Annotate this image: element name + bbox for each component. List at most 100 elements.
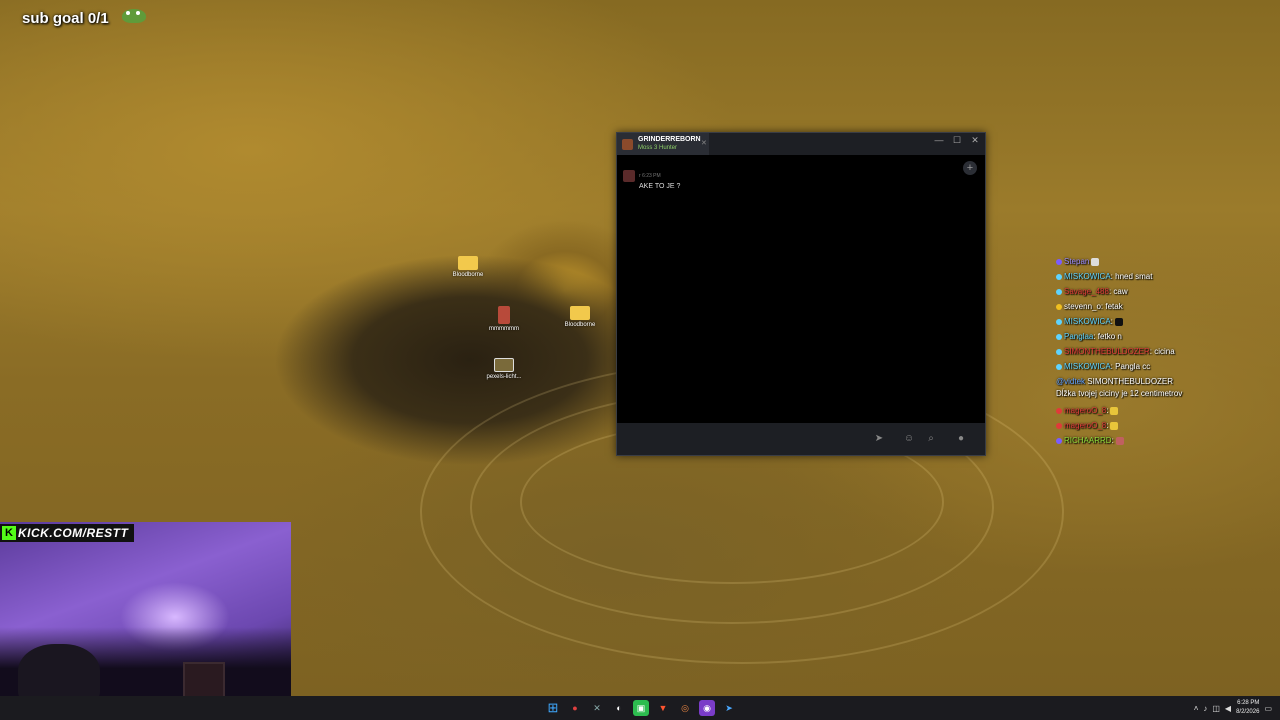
minimize-icon[interactable]: — — [933, 135, 945, 146]
badge-icon — [1056, 348, 1062, 355]
steam-icon[interactable]: ◐ — [611, 700, 627, 716]
chat-text: Dĺžka tvojej ciciny je 12 centimetrov — [1056, 389, 1183, 398]
stream-chat-line: @vidtek SIMONTHEBULDOZER — [1056, 374, 1276, 389]
chat-username: RICHAARRD — [1064, 436, 1112, 445]
emote-icon — [1110, 406, 1119, 415]
brave-browser-icon[interactable]: ▼ — [655, 700, 671, 716]
message-time: 6:23 PM — [642, 173, 661, 179]
chat-username: MISKOWICA — [1064, 272, 1111, 281]
chat-text: : fetak — [1100, 302, 1123, 311]
sub-goal-label: sub goal 0/1 — [22, 10, 109, 27]
chat-username: MISKOWICA — [1064, 362, 1111, 371]
chat-text: : — [1111, 436, 1114, 445]
close-icon[interactable]: ✕ — [969, 135, 981, 146]
stream-chat-line: Savage_488: caw — [1056, 284, 1276, 299]
friend-name: GRINDERREBORN — [638, 136, 701, 143]
badge-icon — [1056, 318, 1062, 325]
chat-text: : caw — [1108, 287, 1128, 296]
chat-username: stevenn_o — [1064, 302, 1101, 311]
start-button-icon[interactable]: ⊞ — [545, 700, 561, 716]
stream-chat-line: mageroO_8: — [1056, 418, 1276, 433]
red-app-icon — [498, 306, 510, 324]
clock-date: 8/2/2026 — [1236, 709, 1260, 715]
chat-text: SIMONTHEBULDOZER — [1085, 377, 1174, 386]
attach-icon[interactable]: ⌕ — [923, 432, 939, 446]
taskbar: ⊞ ● ✕ ◐ ▣ ▼ ◎ ◉ ➤ ˄ ♪ ◫ ◀ 6:28 PM 8/2/20… — [0, 696, 1280, 720]
chat-text: : fetko n — [1093, 332, 1122, 341]
desktop-icon-label: mmmmmm — [489, 326, 519, 332]
image-file-icon — [494, 358, 514, 372]
stream-chat-line: stevenn_o: fetak — [1056, 299, 1276, 314]
xbox-icon[interactable]: ✕ — [589, 700, 605, 716]
obs-icon[interactable]: ◉ — [699, 700, 715, 716]
badge-icon — [1056, 363, 1062, 370]
desktop-icon-label: pexels-licht... — [486, 374, 522, 380]
add-friend-icon[interactable]: + — [963, 161, 977, 175]
chat-username: mageroO_8 — [1064, 421, 1107, 430]
map-pin-icon[interactable]: ● — [567, 700, 583, 716]
arrow-app-icon[interactable]: ➤ — [721, 700, 737, 716]
chevron-up-icon[interactable]: ˄ — [1194, 704, 1199, 713]
stream-chat-line: SIMONTHEBULDOZER: cicina — [1056, 344, 1276, 359]
stream-chat-overlay: Stepan MISKOWICA: hned smat Savage_488: … — [1056, 254, 1276, 448]
desktop-icon-label: Bloodborne — [452, 272, 484, 278]
frog-emote-icon — [122, 9, 146, 23]
chat-tab-grinderreborn[interactable]: GRINDERREBORN Moss 3 Hunter ✕ — [617, 133, 709, 155]
stream-chat-line: Stepan — [1056, 254, 1276, 269]
stream-chat-line: MISKOWICA: — [1056, 314, 1276, 329]
message-text: AKE TO JE ? — [639, 183, 681, 190]
badge-icon — [1056, 333, 1062, 340]
kick-logo-icon: K — [2, 526, 16, 540]
badge-icon — [1056, 258, 1062, 265]
chat-username: mageroO_8 — [1064, 406, 1107, 415]
emote-icon — [1110, 421, 1119, 430]
chat-text: : Pangla cc — [1110, 362, 1151, 371]
maximize-icon[interactable]: ☐ — [951, 135, 963, 146]
clock[interactable]: 6:28 PM 8/2/2026 — [1236, 699, 1259, 717]
folder-icon — [570, 306, 590, 320]
chat-message-area: + r 6:23 PM AKE TO JE ? — [617, 155, 985, 423]
notification-icon[interactable]: ▭ — [1264, 704, 1272, 713]
friend-avatar — [622, 138, 633, 150]
kick-url: KICK.COM/RESTT — [18, 526, 129, 540]
webcam-feed — [0, 522, 291, 696]
stream-chat-line: MISKOWICA: hned smat — [1056, 269, 1276, 284]
chat-username: @vidtek — [1056, 377, 1086, 386]
network-icon[interactable]: ◫ — [1212, 704, 1220, 713]
clock-time: 6:28 PM — [1237, 700, 1260, 706]
chat-username: SIMONTHEBULDOZER — [1064, 347, 1150, 356]
microphone-icon[interactable]: ♪ — [1203, 704, 1207, 713]
message-meta: r 6:23 PM — [639, 173, 661, 179]
badge-icon — [1056, 422, 1062, 429]
chat-username: Savage_488 — [1064, 287, 1109, 296]
desktop-icon-mmmmmm[interactable]: mmmmmm — [474, 306, 534, 332]
chrome-icon[interactable]: ◎ — [677, 700, 693, 716]
send-icon[interactable]: ➤ — [871, 432, 887, 446]
badge-icon — [1056, 273, 1062, 280]
folder-icon — [458, 256, 478, 270]
chat-text: : cicina — [1149, 347, 1175, 356]
close-tab-icon[interactable]: ✕ — [701, 139, 707, 147]
emote-icon — [1091, 257, 1100, 266]
voice-icon[interactable]: ● — [953, 432, 969, 446]
chat-text: : — [1106, 406, 1109, 415]
stream-chat-line: Panglaa: fetko n — [1056, 329, 1276, 344]
message-author-avatar — [623, 170, 635, 182]
stream-chat-line: mageroO_8: — [1056, 403, 1276, 418]
badge-icon — [1056, 407, 1062, 414]
system-tray: ˄ ♪ ◫ ◀ 6:28 PM 8/2/2026 ▭ — [1194, 699, 1272, 717]
desktop-icon-bloodborne[interactable]: Bloodborne — [438, 256, 498, 278]
kick-app-icon[interactable]: ▣ — [633, 700, 649, 716]
chat-text: : — [1110, 317, 1113, 326]
message-author: r — [639, 173, 641, 179]
chat-titlebar[interactable]: GRINDERREBORN Moss 3 Hunter ✕ — ☐ ✕ — [617, 133, 985, 155]
badge-icon — [1056, 288, 1062, 295]
desktop-icon-bloodborne-2[interactable]: Bloodborne — [550, 306, 610, 328]
stream-chat-line: MISKOWICA: Pangla cc — [1056, 359, 1276, 374]
chat-text: : — [1106, 421, 1109, 430]
chat-input-bar[interactable]: ➤ ☺ ⌕ ● — [617, 423, 985, 455]
kick-banner: K KICK.COM/RESTT — [0, 524, 135, 542]
emoticon-icon[interactable]: ☺ — [901, 432, 917, 446]
desktop-icon-pexels[interactable]: pexels-licht... — [474, 358, 534, 380]
volume-icon[interactable]: ◀ — [1225, 704, 1231, 713]
